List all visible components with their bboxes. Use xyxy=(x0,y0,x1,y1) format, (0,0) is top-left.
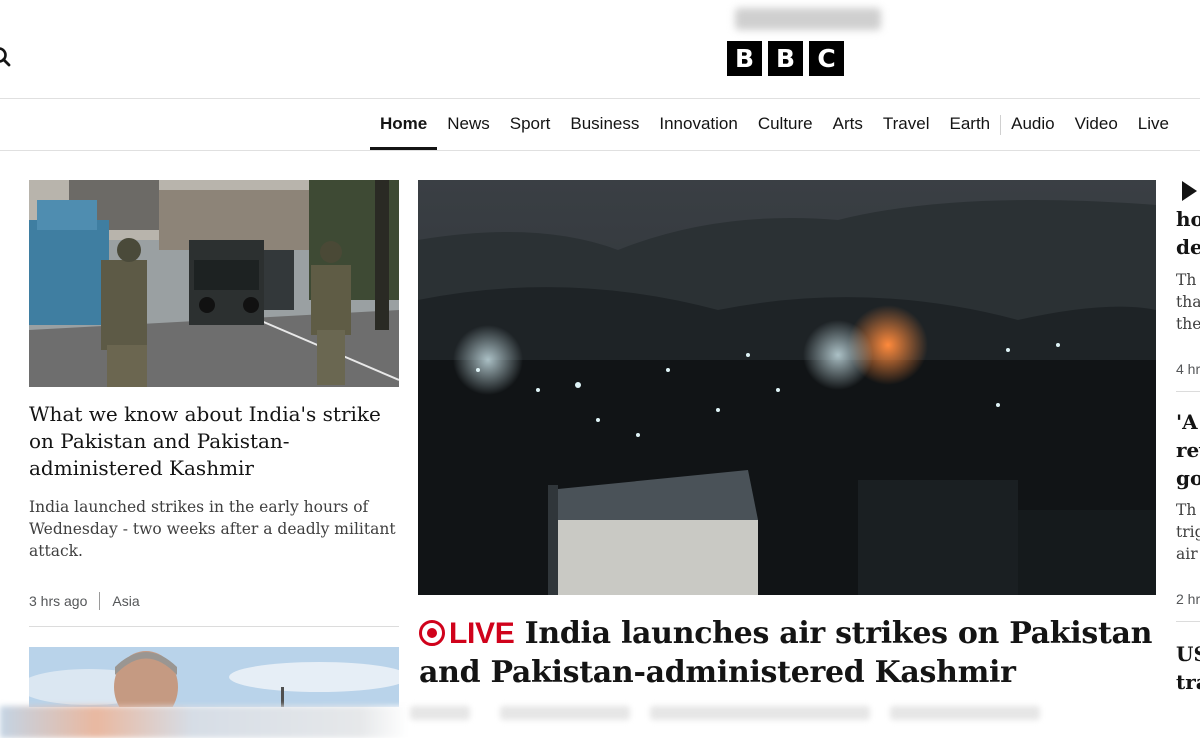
right-story-divider xyxy=(1176,621,1200,622)
right-story-2-title-line[interactable]: go xyxy=(1176,464,1200,492)
night-city-photo xyxy=(418,180,1156,595)
man-portrait-photo xyxy=(29,647,399,707)
right-story-divider xyxy=(1176,391,1200,392)
search-icon[interactable] xyxy=(0,46,14,70)
main-navigation: Home News Sport Business Innovation Cult… xyxy=(370,99,1179,150)
right-story-1-timestamp: 4 hr xyxy=(1176,361,1200,377)
right-story-2-timestamp: 2 hr xyxy=(1176,591,1200,607)
right-story-2-summary-line: trig xyxy=(1176,523,1200,541)
story-image-soldiers[interactable] xyxy=(29,180,399,387)
story-summary: India launched strikes in the early hour… xyxy=(29,498,396,560)
story-headline[interactable]: What we know about India's strike on Pak… xyxy=(29,401,401,482)
blurred-text-ghost xyxy=(890,706,1040,720)
meta-divider xyxy=(99,592,101,610)
nav-item-travel[interactable]: Travel xyxy=(873,99,940,150)
story-meta: 3 hrs ago Asia xyxy=(29,592,140,610)
right-story-1-summary-line: tha xyxy=(1176,293,1200,311)
right-story-2-summary-line: Th xyxy=(1176,501,1197,519)
right-story-2-title-line[interactable]: 'A xyxy=(1176,408,1198,436)
nav-item-culture[interactable]: Culture xyxy=(748,99,823,150)
logo-letter: C xyxy=(809,41,844,76)
play-icon[interactable] xyxy=(1182,181,1197,201)
right-story-1-summary-line: Th xyxy=(1176,271,1197,289)
blurred-text-ghost xyxy=(500,706,630,720)
nav-item-arts[interactable]: Arts xyxy=(823,99,873,150)
right-story-3-title-line[interactable]: US xyxy=(1176,640,1200,668)
story-image-night-city[interactable] xyxy=(418,180,1156,595)
right-story-1-title-line[interactable]: ho xyxy=(1176,205,1200,233)
live-headline-text: India launches air strikes on Pakistan a… xyxy=(419,616,1153,690)
story-timestamp: 3 hrs ago xyxy=(29,593,88,609)
bbc-logo[interactable]: B B C xyxy=(727,41,844,76)
blurred-text-ghost xyxy=(410,706,470,720)
logo-letter: B xyxy=(727,41,762,76)
blurred-text-ghost xyxy=(650,706,870,720)
right-story-2-title-line[interactable]: rev xyxy=(1176,436,1200,464)
nav-item-sport[interactable]: Sport xyxy=(500,99,561,150)
nav-item-home[interactable]: Home xyxy=(370,99,438,150)
right-story-1-title-line[interactable]: de xyxy=(1176,233,1200,261)
nav-item-earth[interactable]: Earth xyxy=(939,99,1000,150)
logo-letter: B xyxy=(768,41,803,76)
nav-item-news[interactable]: News xyxy=(437,99,500,150)
blurred-top-tag xyxy=(735,8,881,30)
nav-item-business[interactable]: Business xyxy=(560,99,649,150)
story-image-man[interactable] xyxy=(29,647,399,707)
soldiers-street-photo xyxy=(29,180,399,387)
right-story-2-summary-line: air xyxy=(1176,545,1198,563)
nav-item-innovation[interactable]: Innovation xyxy=(649,99,747,150)
right-story-1-summary-line: the xyxy=(1176,315,1200,333)
story-divider xyxy=(29,626,399,627)
live-label: LIVE xyxy=(449,617,515,650)
nav-divider xyxy=(0,150,1200,151)
nav-item-live[interactable]: Live xyxy=(1128,99,1179,150)
nav-item-audio[interactable]: Audio xyxy=(1001,99,1064,150)
nav-item-video[interactable]: Video xyxy=(1065,99,1128,150)
live-headline[interactable]: LIVE India launches air strikes on Pakis… xyxy=(419,614,1159,692)
right-story-3-title-line[interactable]: tra xyxy=(1176,668,1200,696)
live-indicator-icon xyxy=(419,620,445,646)
story-section-link[interactable]: Asia xyxy=(112,593,139,609)
